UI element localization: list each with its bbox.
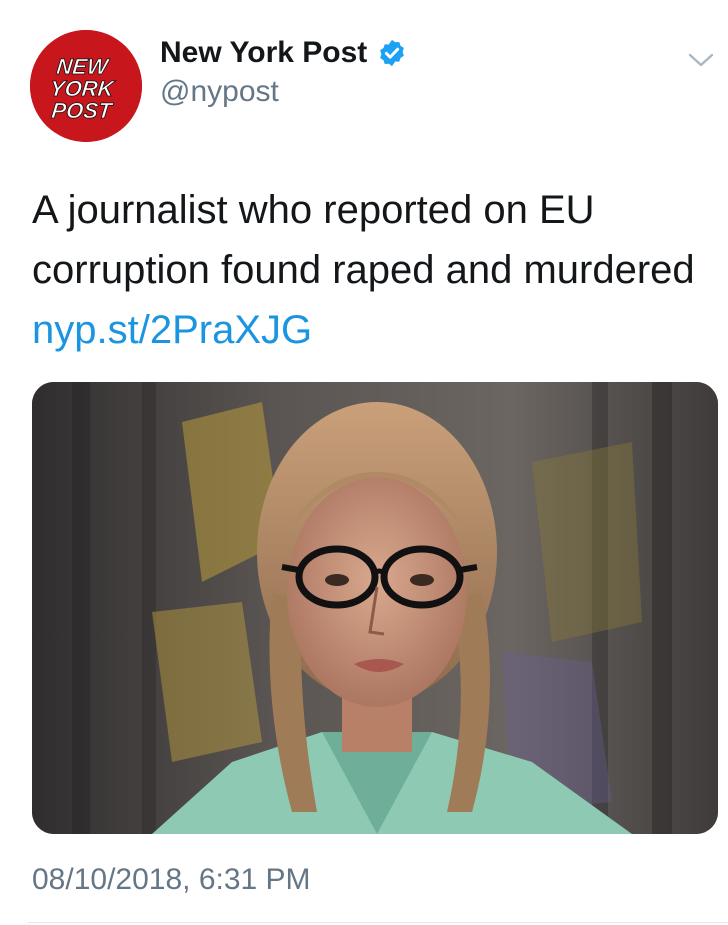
tweet-link[interactable]: nyp.st/2PraXJG <box>32 308 312 352</box>
new-york-post-logo: NEW YORK POST <box>30 30 142 142</box>
divider <box>28 922 728 923</box>
chevron-down-icon[interactable] <box>686 48 716 72</box>
avatar[interactable]: NEW YORK POST <box>30 30 142 142</box>
tweet: NEW YORK POST New York Post @nypost A jo… <box>0 0 728 925</box>
portrait-photo <box>32 382 718 834</box>
timestamp[interactable]: 08/10/2018, 6:31 PM <box>32 862 311 898</box>
tweet-text-body: A journalist who reported on EU corrupti… <box>32 188 695 292</box>
handle[interactable]: @nypost <box>160 74 279 110</box>
verified-badge-icon <box>380 39 405 67</box>
tweet-media-image[interactable] <box>32 382 718 834</box>
svg-text:POST: POST <box>50 98 115 123</box>
display-name-row[interactable]: New York Post <box>160 34 407 72</box>
display-name[interactable]: New York Post <box>160 34 367 72</box>
tweet-text: A journalist who reported on EU corrupti… <box>32 180 702 360</box>
